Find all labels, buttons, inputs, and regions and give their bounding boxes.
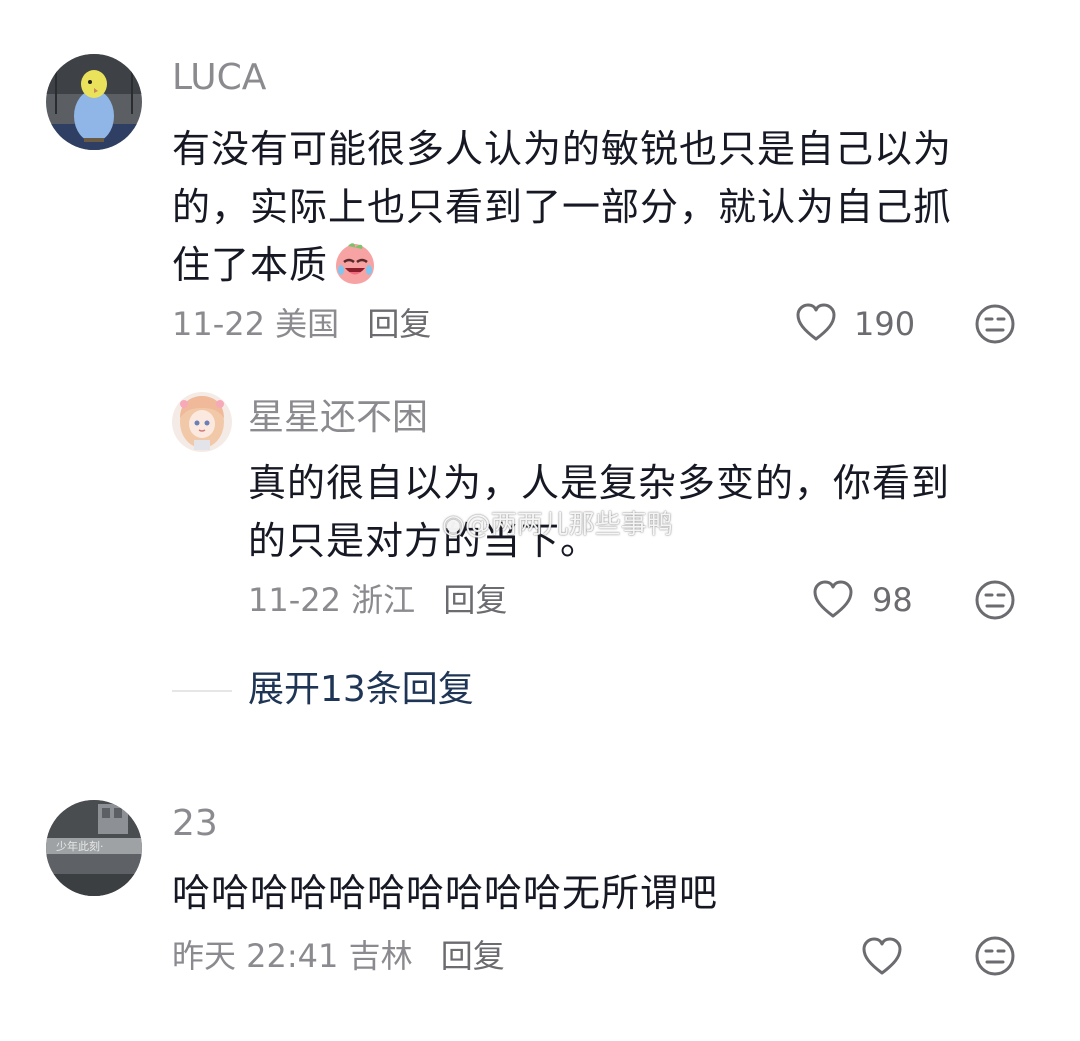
comment-location: 吉林 xyxy=(348,937,413,975)
comment-meta: 11-22 美国 回复 xyxy=(172,304,431,344)
heart-outline-icon[interactable] xyxy=(794,301,838,343)
comment-username[interactable]: LUCA xyxy=(172,56,266,100)
anime-girl-avatar-image xyxy=(172,392,232,452)
comment-date: 昨天 22:41 xyxy=(172,937,339,975)
comment-text-line: 的，实际上也只看到了一部分，就认为自己抓 xyxy=(172,185,953,229)
watermark-text: @两两儿那些事鸭 xyxy=(464,510,673,540)
neutral-face-icon[interactable] xyxy=(974,935,1016,977)
reply-date: 11-22 xyxy=(248,581,341,619)
avatar-luca[interactable] xyxy=(46,54,142,150)
avatar-reply[interactable] xyxy=(172,392,232,452)
reply-button[interactable]: 回复 xyxy=(443,581,507,619)
comment-text-line-with-emoji: 住了本质 xyxy=(172,236,1032,294)
comment-text-line: 哈哈哈哈哈哈哈哈哈哈无所谓吧 xyxy=(172,871,719,915)
reply-username[interactable]: 星星还不困 xyxy=(248,396,428,440)
watermark: ◉@两两儿那些事鸭 xyxy=(442,504,673,541)
neutral-face-icon[interactable] xyxy=(974,579,1016,621)
reply-button[interactable]: 回复 xyxy=(441,937,505,975)
comment-text: 哈哈哈哈哈哈哈哈哈哈无所谓吧 xyxy=(172,864,1032,922)
avatar-23[interactable]: 少年此刻· xyxy=(46,800,142,896)
like-count: 190 xyxy=(854,305,916,343)
reply-location: 浙江 xyxy=(351,581,416,619)
svg-text:少年此刻·: 少年此刻· xyxy=(56,839,104,853)
weibo-icon: ◉ xyxy=(442,510,465,540)
parakeet-avatar-image xyxy=(46,54,142,150)
reply-meta: 11-22 浙江 回复 xyxy=(248,580,507,620)
heart-outline-icon[interactable] xyxy=(860,935,904,977)
street-photo-avatar-image: 少年此刻· xyxy=(46,800,142,896)
comment-text-line: 住了本质 xyxy=(172,243,329,287)
comment-username[interactable]: 23 xyxy=(172,802,218,846)
like-count: 98 xyxy=(872,581,913,619)
heart-outline-icon[interactable] xyxy=(811,578,855,620)
expand-divider xyxy=(172,690,232,692)
comment-date: 11-22 xyxy=(172,305,265,343)
comment-text-line: 有没有可能很多人认为的敏锐也只是自己以为 xyxy=(172,127,953,171)
neutral-face-icon[interactable] xyxy=(974,303,1016,345)
expand-replies-button[interactable]: 展开13条回复 xyxy=(248,668,474,712)
comment-location: 美国 xyxy=(275,305,340,343)
comment-text: 有没有可能很多人认为的敏锐也只是自己以为 的，实际上也只看到了一部分，就认为自己… xyxy=(172,120,1032,294)
laughing-crying-peach-emoji xyxy=(336,243,375,284)
reply-button[interactable]: 回复 xyxy=(367,305,431,343)
comment-meta: 昨天 22:41 吉林 回复 xyxy=(172,936,505,976)
